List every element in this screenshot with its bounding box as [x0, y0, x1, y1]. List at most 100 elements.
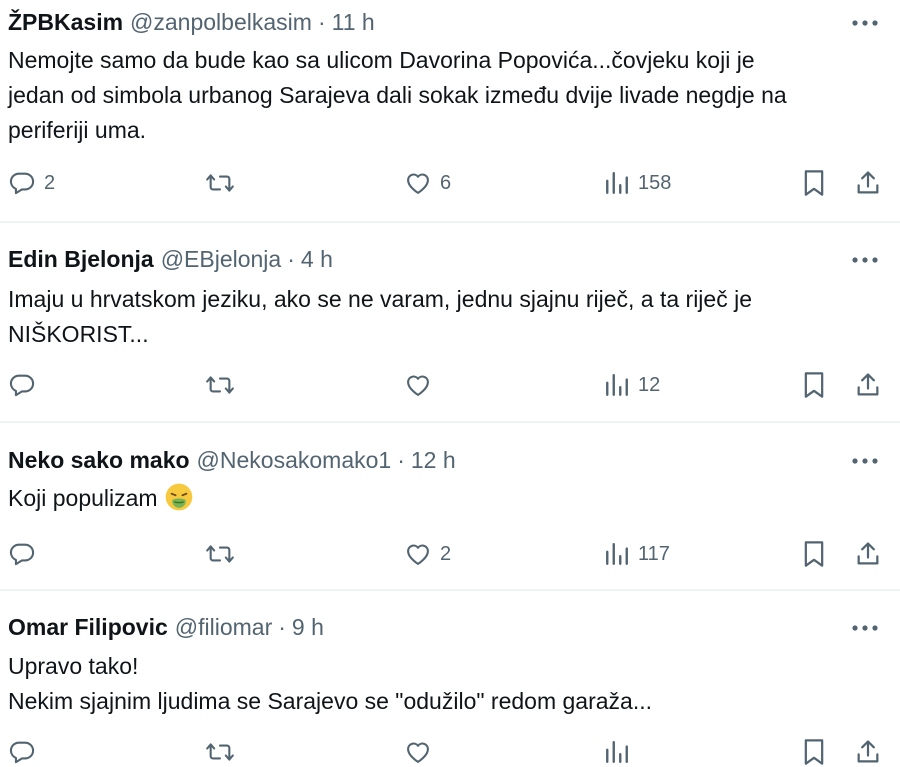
tweet-text-line: Koji populizam	[8, 481, 878, 516]
more-options-button[interactable]	[850, 8, 880, 38]
views-button[interactable]	[604, 737, 630, 767]
tweet[interactable]: ŽPBKasim @zanpolbelkasim · 11 h Nemojte …	[0, 0, 900, 222]
tweet-text-line: periferiji uma.	[8, 117, 147, 143]
more-options-button[interactable]	[850, 245, 880, 275]
author-handle[interactable]: @filiomar	[175, 613, 272, 641]
like-button[interactable]: 6	[404, 168, 451, 198]
nauseated-face-emoji	[165, 483, 192, 511]
tweet-text-line: Nekim sjajnim ljudima se Sarajevo se "od…	[8, 688, 652, 714]
share-button[interactable]	[854, 370, 882, 400]
views-button[interactable]: 158	[604, 168, 671, 198]
tweet-text: Nemojte samo da bude kao sa ulicom Davor…	[8, 43, 878, 148]
views-chart-icon	[606, 374, 628, 396]
timestamp[interactable]: 4 h	[301, 245, 333, 273]
reply-bubble-icon	[9, 172, 35, 195]
like-count: 2	[440, 542, 452, 565]
retweet-icon	[206, 743, 234, 761]
bookmark-icon	[804, 170, 824, 196]
tweet-text: Imaju u hrvatskom jeziku, ako se ne vara…	[8, 282, 878, 352]
more-options-button[interactable]	[850, 613, 880, 643]
share-button[interactable]	[854, 168, 882, 198]
like-button[interactable]	[404, 370, 440, 400]
bookmark-icon	[804, 739, 824, 765]
author-name[interactable]: Edin Bjelonja	[8, 245, 154, 273]
reply-bubble-icon	[9, 741, 35, 764]
heart-icon	[407, 544, 429, 565]
share-upload-icon	[857, 171, 879, 194]
author-name[interactable]: Omar Filipovic	[8, 613, 168, 641]
author-handle[interactable]: @EBjelonja	[161, 245, 282, 273]
reply-button[interactable]	[8, 539, 44, 569]
share-button[interactable]	[854, 539, 882, 569]
action-bar: 12	[8, 370, 886, 400]
bookmark-icon	[804, 541, 824, 567]
views-button[interactable]: 117	[604, 539, 670, 569]
more-options-button[interactable]	[850, 446, 880, 476]
tweet-text-line: Nemojte samo da bude kao sa ulicom Davor…	[8, 47, 755, 73]
separator-dot: ·	[287, 246, 295, 272]
retweet-icon	[206, 174, 234, 192]
heart-icon	[407, 173, 429, 194]
share-upload-icon	[857, 373, 879, 396]
tweet-text-line: NIŠKORIST...	[8, 321, 149, 347]
bookmark-button[interactable]	[802, 168, 826, 198]
tweet-text: Upravo tako! Nekim sjajnim ljudima se Sa…	[8, 649, 878, 719]
action-bar: 2 6 158	[8, 168, 886, 198]
more-horizontal-icon	[852, 257, 878, 263]
share-upload-icon	[857, 740, 879, 763]
heart-icon	[407, 742, 429, 763]
like-count: 6	[440, 171, 452, 194]
author-handle[interactable]: @zanpolbelkasim	[130, 8, 312, 36]
reply-button[interactable]	[8, 737, 36, 767]
tweet-text: Koji populizam	[8, 481, 878, 516]
separator-dot: ·	[397, 447, 405, 473]
bookmark-button[interactable]	[802, 370, 826, 400]
like-button[interactable]: 2	[404, 539, 451, 569]
view-count: 117	[638, 542, 670, 565]
share-button[interactable]	[854, 737, 882, 767]
author-name[interactable]: ŽPBKasim	[8, 8, 123, 36]
tweet[interactable]: Edin Bjelonja @EBjelonja · 4 h Imaju u h…	[0, 222, 900, 422]
retweet-icon	[206, 376, 234, 394]
tweet[interactable]: Neko sako mako @Nekosakomako1 · 12 h Koj…	[0, 422, 900, 590]
tweet-text-line: jedan od simbola urbanog Sarajeva dali s…	[8, 82, 787, 108]
retweet-button[interactable]	[204, 370, 244, 400]
action-bar: 2 117	[8, 539, 886, 569]
more-horizontal-icon	[852, 20, 878, 26]
retweet-icon	[206, 545, 234, 563]
bookmark-icon	[804, 372, 824, 398]
views-chart-icon	[606, 543, 628, 565]
like-button[interactable]	[404, 737, 432, 767]
reply-bubble-icon	[9, 543, 35, 566]
reply-button[interactable]: 2	[8, 168, 55, 198]
retweet-button[interactable]	[204, 168, 244, 198]
tweet-header: Omar Filipovic @filiomar · 9 h	[8, 591, 886, 641]
retweet-button[interactable]	[204, 737, 236, 767]
bookmark-button[interactable]	[802, 539, 826, 569]
reply-count: 2	[44, 171, 56, 194]
views-button[interactable]: 12	[604, 370, 660, 400]
author-handle[interactable]: @Nekosakomako1	[197, 446, 392, 474]
tweet-header: Neko sako mako @Nekosakomako1 · 12 h	[8, 423, 886, 474]
reply-bubble-icon	[9, 374, 35, 397]
heart-icon	[407, 375, 429, 396]
action-bar	[8, 737, 886, 767]
reply-button[interactable]	[8, 370, 44, 400]
tweet-text-line: Upravo tako!	[8, 653, 139, 679]
tweet-text-line: Imaju u hrvatskom jeziku, ako se ne vara…	[8, 286, 752, 312]
share-upload-icon	[857, 542, 879, 565]
timestamp[interactable]: 11 h	[332, 8, 375, 36]
view-count: 12	[638, 373, 661, 396]
separator-dot: ·	[317, 9, 326, 35]
view-count: 158	[638, 171, 672, 194]
author-name[interactable]: Neko sako mako	[8, 446, 190, 474]
tweet-header: ŽPBKasim @zanpolbelkasim · 11 h	[8, 0, 886, 36]
more-horizontal-icon	[852, 458, 878, 464]
more-horizontal-icon	[852, 625, 878, 631]
timestamp[interactable]: 9 h	[292, 613, 324, 641]
bookmark-button[interactable]	[802, 737, 826, 767]
tweet-text-content: Koji populizam	[8, 485, 158, 511]
retweet-button[interactable]	[204, 539, 244, 569]
timestamp[interactable]: 12 h	[411, 446, 456, 474]
tweet[interactable]: Omar Filipovic @filiomar · 9 h Upravo ta…	[0, 590, 900, 765]
